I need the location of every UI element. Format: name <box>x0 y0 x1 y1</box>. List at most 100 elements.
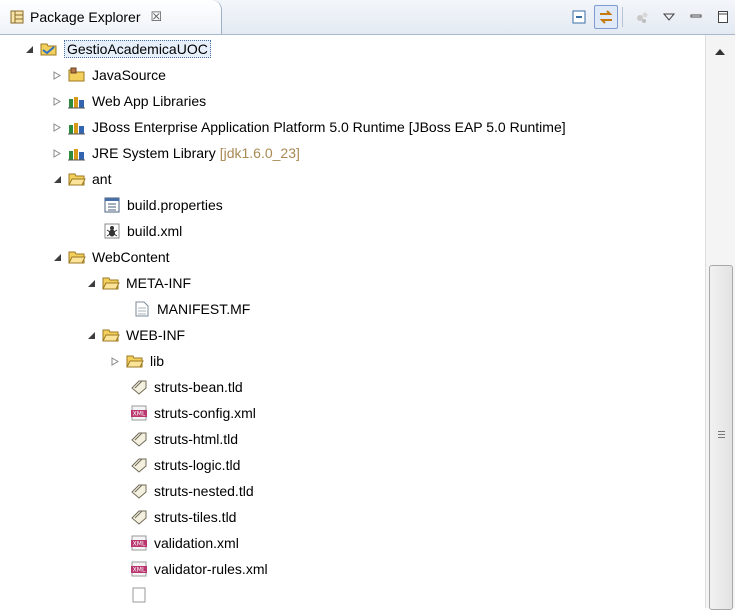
tree-item-web-inf[interactable]: WEB-INF <box>84 322 185 348</box>
focus-on-active-task-button[interactable] <box>630 5 654 29</box>
tree-item-ant[interactable]: ant <box>50 166 111 192</box>
link-with-editor-button[interactable] <box>594 5 618 29</box>
tree-item-label: MANIFEST.MF <box>157 301 251 317</box>
tree-item-label: validator-rules.xml <box>154 561 268 577</box>
expanded-arrow-icon[interactable] <box>84 276 98 290</box>
tree-item-root[interactable]: GestioAcademicaUOC <box>22 36 211 62</box>
tree-item-label: GestioAcademicaUOC <box>64 40 211 58</box>
scroll-up-icon[interactable] <box>715 49 725 55</box>
folder-icon <box>68 249 86 265</box>
tree-item-manifest[interactable]: MANIFEST.MF <box>133 296 250 322</box>
text-file-icon <box>133 301 151 317</box>
xml-file-icon: XML <box>130 405 148 421</box>
svg-text:XML: XML <box>133 411 146 418</box>
package-explorer-tab[interactable]: Package Explorer ☒ <box>0 0 222 34</box>
package-tree[interactable]: GestioAcademicaUOC JavaSource Web App Li… <box>0 35 705 608</box>
folder-icon <box>102 275 120 291</box>
expanded-arrow-icon[interactable] <box>22 42 36 56</box>
expanded-arrow-icon[interactable] <box>84 328 98 342</box>
tree-item-webcontent[interactable]: WebContent <box>50 244 170 270</box>
vertical-scrollbar[interactable] <box>705 35 735 610</box>
tree-item-label: struts-nested.tld <box>154 483 254 499</box>
tree-item-struts-config-xml[interactable]: XML struts-config.xml <box>130 400 256 426</box>
tree-item-struts-tiles-tld[interactable]: struts-tiles.tld <box>130 504 236 530</box>
tld-file-icon <box>130 457 148 473</box>
ant-file-icon <box>103 223 121 239</box>
tree-item-web-app-libraries[interactable]: Web App Libraries <box>50 88 206 114</box>
collapse-all-button[interactable] <box>567 5 591 29</box>
tree-item-label: build.xml <box>127 223 183 239</box>
jdk-version-decoration: [jdk1.6.0_23] <box>219 145 300 161</box>
expanded-arrow-icon[interactable] <box>50 250 64 264</box>
tree-item-build-xml[interactable]: build.xml <box>103 218 182 244</box>
collapsed-arrow-icon[interactable] <box>50 68 64 82</box>
tree-item-partial[interactable] <box>130 582 154 608</box>
tree-item-label: struts-config.xml <box>154 405 256 421</box>
tree-item-label: JBoss Enterprise Application Platform 5.… <box>92 119 566 135</box>
tree-item-label: struts-html.tld <box>154 431 239 447</box>
scrollbar-thumb[interactable] <box>709 265 733 610</box>
xml-file-icon: XML <box>130 561 148 577</box>
scroll-grip-icon <box>718 431 725 440</box>
maximize-icon <box>718 11 728 23</box>
xml-file-icon: XML <box>130 535 148 551</box>
library-icon <box>68 119 86 135</box>
library-icon <box>68 93 86 109</box>
tree-item-validator-rules-xml[interactable]: XML validator-rules.xml <box>130 556 268 582</box>
minimize-icon <box>690 14 702 18</box>
toolbar-separator <box>622 7 623 27</box>
tree-item-label: JRE System Library <box>92 145 216 161</box>
collapsed-arrow-icon[interactable] <box>108 354 122 368</box>
tree-item-validation-xml[interactable]: XML validation.xml <box>130 530 239 556</box>
tree-item-label: struts-tiles.tld <box>154 509 237 525</box>
expanded-arrow-icon[interactable] <box>50 172 64 186</box>
tree-item-label: WebContent <box>92 249 170 265</box>
tree-item-label: struts-bean.tld <box>154 379 243 395</box>
tld-file-icon <box>130 509 148 525</box>
library-icon <box>68 145 86 161</box>
svg-text:XML: XML <box>133 567 146 574</box>
tree-item-struts-nested-tld[interactable]: struts-nested.tld <box>130 478 254 504</box>
tree-item-label: WEB-INF <box>126 327 186 343</box>
tree-item-javasource[interactable]: JavaSource <box>50 62 166 88</box>
folder-icon <box>68 171 86 187</box>
view-menu-icon <box>663 13 675 21</box>
collapse-all-icon <box>572 10 586 24</box>
minimize-button[interactable] <box>684 5 708 29</box>
collapsed-arrow-icon[interactable] <box>50 120 64 134</box>
tree-item-struts-html-tld[interactable]: struts-html.tld <box>130 426 238 452</box>
tree-item-build-properties[interactable]: build.properties <box>103 192 223 218</box>
tree-item-meta-inf[interactable]: META-INF <box>84 270 191 296</box>
tld-file-icon <box>130 379 148 395</box>
tree-item-label: build.properties <box>127 197 223 213</box>
tree-item-label: JavaSource <box>92 67 166 83</box>
folder-icon <box>102 327 120 343</box>
tree-item-jre-system-library[interactable]: JRE System Library [jdk1.6.0_23] <box>50 140 300 166</box>
tree-item-label: META-INF <box>126 275 192 291</box>
link-with-editor-icon <box>599 10 613 24</box>
properties-file-icon <box>103 197 121 213</box>
project-icon <box>40 41 58 57</box>
close-icon[interactable]: ☒ <box>151 9 163 25</box>
package-explorer-icon <box>10 10 24 24</box>
collapsed-arrow-icon[interactable] <box>50 94 64 108</box>
focus-icon <box>637 12 648 23</box>
view-menu-button[interactable] <box>657 5 681 29</box>
svg-text:XML: XML <box>133 541 146 548</box>
tree-item-jboss-runtime[interactable]: JBoss Enterprise Application Platform 5.… <box>50 114 566 140</box>
source-folder-icon <box>68 67 86 83</box>
tree-item-label: lib <box>150 353 165 369</box>
folder-icon <box>126 353 144 369</box>
file-icon <box>130 587 148 603</box>
view-tab-bar: Package Explorer ☒ <box>0 0 735 35</box>
tree-item-lib[interactable]: lib <box>108 348 164 374</box>
view-title: Package Explorer <box>30 9 141 25</box>
tree-item-struts-bean-tld[interactable]: struts-bean.tld <box>130 374 243 400</box>
tree-item-label: Web App Libraries <box>92 93 207 109</box>
maximize-button[interactable] <box>711 5 735 29</box>
collapsed-arrow-icon[interactable] <box>50 146 64 160</box>
tld-file-icon <box>130 431 148 447</box>
tree-item-label: ant <box>92 171 112 187</box>
tld-file-icon <box>130 483 148 499</box>
tree-item-struts-logic-tld[interactable]: struts-logic.tld <box>130 452 240 478</box>
